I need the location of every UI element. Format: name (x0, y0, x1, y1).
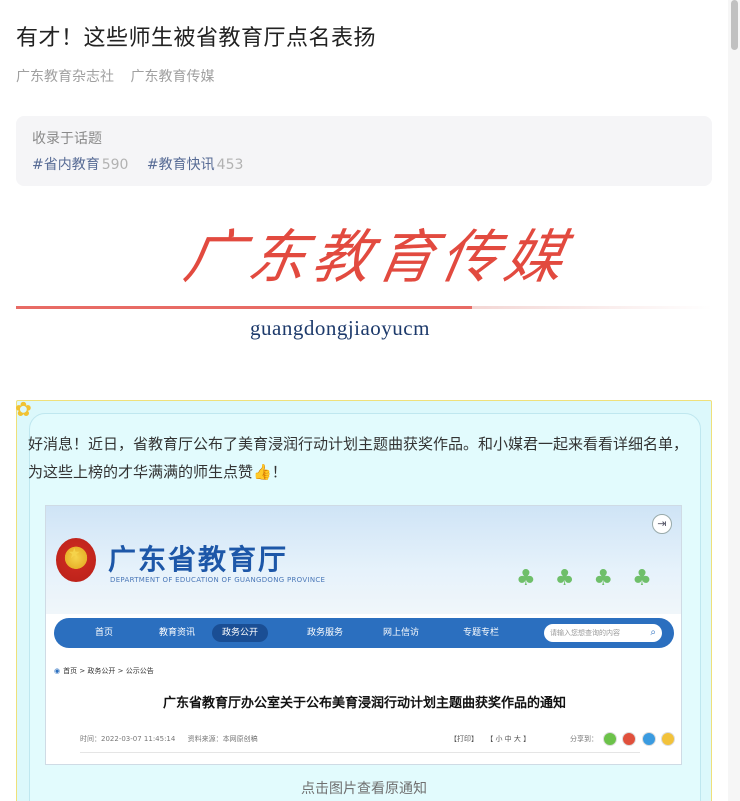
topic-tag-count: 590 (101, 157, 129, 173)
print-link[interactable]: 【打印】 (450, 735, 478, 743)
gov-doc-title: 广东省教育厅办公室关于公布美育浸润行动计划主题曲获奖作品的通知 (162, 696, 566, 711)
gov-doc-time: 时间：2022-03-07 11:45:14 (80, 735, 176, 743)
scrollbar-track[interactable] (728, 0, 740, 801)
topic-tag-label: #教育快讯 (146, 157, 215, 173)
gov-nav: 首页 教育资讯 政务公开 政务服务 网上信访 专题专栏 请输入您想查询的内容 ⌕ (54, 618, 674, 648)
scrollbar-thumb[interactable] (731, 0, 738, 50)
gov-nav-item-active[interactable]: 政务公开 (212, 624, 269, 642)
brand-pinyin: guangdongjiaoyucm (250, 316, 430, 340)
article-title: 有才！这些师生被省教育厅点名表扬 (16, 26, 377, 51)
gov-nav-item[interactable]: 首页 (74, 618, 134, 648)
topic-tag[interactable]: #教育快讯 453 (147, 157, 243, 173)
topic-box: 收录于话题 #省内教育 590 #教育快讯 453 (16, 116, 712, 186)
gov-nav-item[interactable]: 教育资讯 (142, 618, 212, 648)
brand-divider-fade (472, 306, 712, 309)
notice-screenshot[interactable]: ★ 广东省教育厅 DEPARTMENT OF EDUCATION OF GUAN… (45, 505, 682, 765)
gov-site-name: 广东省教育厅 (108, 543, 289, 576)
gov-divider (80, 752, 640, 753)
topic-tag-label: #省内教育 (32, 157, 100, 173)
exit-icon[interactable]: ⇥ (652, 514, 672, 534)
article-page: 有才！这些师生被省教育厅点名表扬 广东教育杂志社 广东教育传媒 收录于话题 #省… (0, 0, 740, 801)
qq-icon[interactable] (641, 732, 656, 746)
gov-search-placeholder: 请输入您想查询的内容 (550, 629, 620, 637)
gov-header: ★ 广东省教育厅 DEPARTMENT OF EDUCATION OF GUAN… (46, 506, 681, 614)
news-intro-text: 好消息！近日，省教育厅公布了美育浸润行动计划主题曲获奖作品。和小媒君一起来看看详… (28, 435, 689, 481)
topic-tag-count: 453 (216, 157, 244, 173)
topic-tags: #省内教育 590 #教育快讯 453 (32, 154, 696, 174)
gov-breadcrumb: ◉ 首页 > 政务公开 > 公示公告 (54, 666, 154, 676)
search-icon[interactable]: ⌕ (650, 624, 656, 642)
brand-banner: 广东教育传媒 guangdongjiaoyucm (16, 200, 712, 360)
publisher-name[interactable]: 广东教育杂志社 (16, 69, 114, 85)
gov-doc-tools: 【打印】 【 小 中 大 】 (450, 734, 536, 744)
gov-doc-source: 资料来源：本网原创稿 (187, 735, 258, 743)
article-meta: 广东教育杂志社 广东教育传媒 (16, 66, 226, 86)
sprout-icon: ♣ ♣ ♣ ♣ (516, 566, 658, 591)
gov-nav-item[interactable]: 专题专栏 (446, 618, 516, 648)
font-size-links[interactable]: 【 小 中 大 】 (486, 735, 530, 743)
brand-divider (16, 306, 472, 309)
share-label: 分享到： (570, 735, 598, 743)
gov-breadcrumb-text: 首页 > 政务公开 > 公示公告 (63, 667, 154, 675)
image-caption[interactable]: 点击图片查看原通知 (0, 778, 728, 798)
gov-nav-item[interactable]: 政务服务 (290, 618, 360, 648)
gov-share: 分享到： (570, 732, 675, 746)
location-pin-icon: ◉ (54, 667, 61, 675)
gov-nav-item[interactable]: 网上信访 (366, 618, 436, 648)
account-name[interactable]: 广东教育传媒 (130, 69, 214, 85)
topic-tag[interactable]: #省内教育 590 (32, 157, 128, 173)
brand-logo-text: 广东教育传媒 (179, 223, 576, 291)
wechat-icon[interactable] (603, 732, 618, 746)
national-emblem-icon: ★ (56, 538, 96, 582)
gov-doc-info: 时间：2022-03-07 11:45:14 资料来源：本网原创稿 (80, 734, 268, 744)
thumbs-up-icon: 👍 (253, 463, 272, 481)
weibo-icon[interactable] (622, 732, 637, 746)
gov-search-input[interactable]: 请输入您想查询的内容 ⌕ (544, 624, 662, 642)
news-intro-end: ！ (271, 463, 287, 481)
qzone-icon[interactable] (660, 732, 675, 746)
topic-heading: 收录于话题 (32, 131, 102, 147)
news-intro: 好消息！近日，省教育厅公布了美育浸润行动计划主题曲获奖作品。和小媒君一起来看看详… (28, 430, 700, 486)
gov-site-subtitle: DEPARTMENT OF EDUCATION OF GUANGDONG PRO… (110, 576, 326, 584)
